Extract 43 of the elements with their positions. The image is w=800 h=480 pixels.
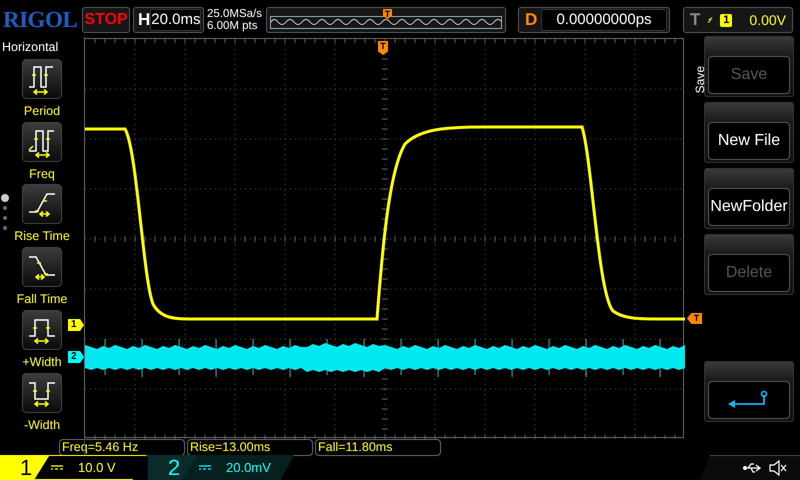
negative-width-icon bbox=[22, 372, 62, 412]
trigger-position-marker: T bbox=[383, 9, 392, 19]
delay-value: 0.00000000ps bbox=[541, 9, 667, 31]
channel-marker[interactable]: 2 bbox=[68, 351, 84, 363]
softkey-button[interactable]: NewFolder bbox=[704, 168, 794, 229]
timebase-value: 20.0ms bbox=[150, 9, 202, 31]
measure-button[interactable]: -Width bbox=[11, 372, 73, 434]
period-icon bbox=[22, 58, 62, 99]
sample-rate: 25.0MSa/s bbox=[207, 8, 263, 20]
trigger-marker[interactable]: T bbox=[687, 313, 702, 324]
delay-label: D bbox=[525, 9, 538, 32]
positive-width-icon bbox=[22, 310, 62, 350]
frequency-icon bbox=[22, 122, 62, 162]
measure-button[interactable]: Period bbox=[11, 58, 73, 120]
scale-value: 10.0 V bbox=[78, 458, 116, 477]
trigger-box[interactable]: T 1 0.00V bbox=[683, 7, 793, 33]
memory-depth: 6.00M pts bbox=[207, 20, 258, 32]
measurement-readout: Fall=11.80ms bbox=[315, 439, 441, 456]
dc-coupling-icon bbox=[198, 464, 212, 471]
channel-scale[interactable]: 10.0 V bbox=[34, 455, 146, 480]
delay-box[interactable]: D 0.00000000ps bbox=[518, 7, 670, 33]
fall-time-icon bbox=[22, 247, 62, 287]
measure-button[interactable]: Freq bbox=[11, 122, 73, 184]
softkey-button[interactable]: New File bbox=[704, 102, 794, 163]
usb-icon bbox=[742, 462, 762, 474]
rise-time-icon bbox=[22, 184, 62, 224]
run-stop-button[interactable]: STOP bbox=[82, 7, 130, 33]
channel-marker[interactable]: 1 bbox=[68, 319, 84, 331]
mute-icon bbox=[768, 460, 788, 476]
channel-scale[interactable]: 20.0mV bbox=[182, 455, 294, 480]
trigger-level: 0.00V bbox=[749, 10, 786, 30]
timebase-label: H bbox=[138, 9, 150, 32]
scale-value: 20.0mV bbox=[226, 458, 271, 477]
trigger-marker[interactable]: T bbox=[378, 41, 388, 55]
trigger-source: 1 bbox=[720, 14, 732, 26]
menu-title: Horizontal bbox=[1, 39, 58, 56]
measure-button[interactable]: Rise Time bbox=[11, 184, 73, 246]
dc-coupling-icon bbox=[50, 464, 64, 471]
timebase-box[interactable]: H20.0ms bbox=[133, 7, 204, 33]
softkey-button[interactable] bbox=[704, 361, 794, 422]
trigger-label: T bbox=[690, 9, 700, 32]
brand-logo: RIGOL bbox=[3, 6, 78, 34]
measure-button[interactable]: Fall Time bbox=[11, 247, 73, 309]
